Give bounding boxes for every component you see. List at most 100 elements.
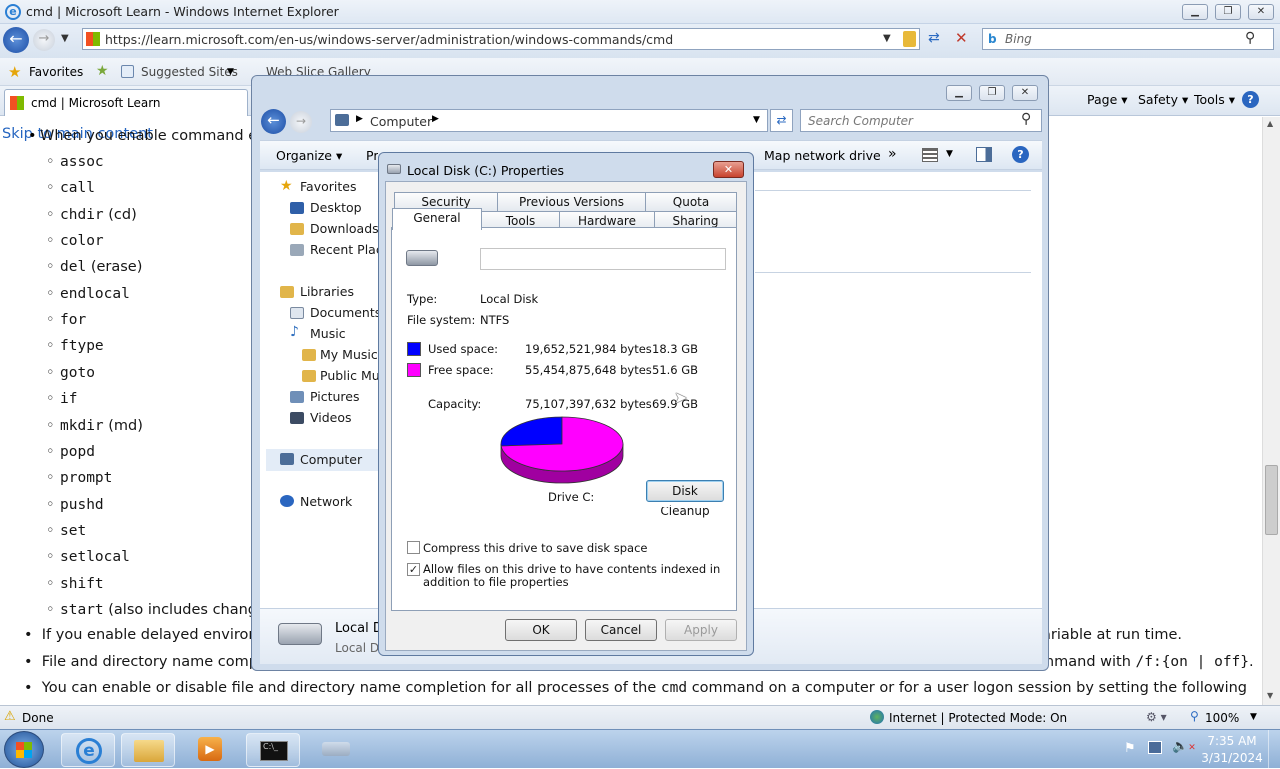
explorer-search-placeholder: Search Computer: [808, 114, 913, 128]
minimize-button[interactable]: ▁: [1182, 4, 1208, 20]
zoom-level[interactable]: 100%: [1205, 711, 1239, 725]
taskbar-ie-button[interactable]: e: [61, 733, 115, 767]
crumb-computer[interactable]: Computer: [370, 114, 432, 129]
explorer-forward-button[interactable]: →: [290, 111, 312, 133]
command-code: del: [60, 259, 87, 276]
search-icon[interactable]: ⚲: [1245, 30, 1255, 46]
nav-my-music[interactable]: My Music: [320, 347, 378, 362]
show-desktop-button[interactable]: [1268, 730, 1280, 769]
scroll-thumb[interactable]: [1265, 465, 1278, 535]
list-bullet: ◦: [46, 549, 55, 566]
clock-date[interactable]: 3/31/2024: [1200, 751, 1264, 765]
explorer-search-box[interactable]: Search Computer ⚲: [800, 109, 1042, 132]
action-center-flag-icon[interactable]: ⚑: [1124, 741, 1136, 756]
page-scrollbar[interactable]: ▲ ▼: [1262, 117, 1280, 705]
refresh-icon[interactable]: ⇄: [928, 30, 940, 46]
explorer-help-icon[interactable]: ?: [1012, 146, 1029, 163]
zone-text: Internet | Protected Mode: On: [889, 711, 1068, 725]
history-dropdown-icon[interactable]: ▼: [61, 33, 69, 44]
taskbar-media-button[interactable]: ▶: [183, 734, 237, 766]
preview-pane-icon[interactable]: [976, 147, 992, 162]
clock-time[interactable]: 7:35 AM: [1207, 734, 1257, 748]
explorer-maximize-button[interactable]: ❐: [979, 85, 1005, 101]
computer-crumb-icon: [335, 114, 349, 126]
explorer-back-button[interactable]: ←: [261, 109, 286, 134]
address-bar[interactable]: https://learn.microsoft.com/en-us/window…: [82, 28, 920, 50]
command-name: start (also includes chang: [60, 602, 257, 618]
forward-button[interactable]: →: [33, 29, 55, 51]
address-dropdown-icon[interactable]: ▼: [883, 33, 891, 44]
protected-mode-icon[interactable]: ⚙ ▾: [1146, 710, 1167, 724]
apply-button[interactable]: Apply: [665, 619, 737, 641]
maximize-button[interactable]: ❐: [1215, 4, 1241, 20]
nav-pictures[interactable]: Pictures: [310, 389, 360, 404]
nav-public-music[interactable]: Public Mus: [320, 368, 386, 383]
nav-documents[interactable]: Documents: [310, 305, 381, 320]
nav-desktop[interactable]: Desktop: [310, 200, 362, 215]
scroll-up-icon[interactable]: ▲: [1267, 119, 1273, 128]
disk-cleanup-button[interactable]: Disk Cleanup: [646, 480, 724, 518]
explorer-minimize-button[interactable]: ▁: [946, 85, 972, 101]
scroll-down-icon[interactable]: ▼: [1267, 691, 1273, 700]
more-commands-button[interactable]: »: [888, 146, 897, 162]
page-menu[interactable]: Page ▾: [1087, 92, 1128, 107]
help-icon[interactable]: ?: [1242, 91, 1259, 108]
tools-menu[interactable]: Tools ▾: [1194, 92, 1235, 107]
add-favorite-icon[interactable]: ★: [96, 63, 109, 79]
taskbar-cmd-button[interactable]: C:\_: [246, 733, 300, 767]
organize-button[interactable]: Organize ▾: [276, 148, 342, 163]
browser-tab[interactable]: cmd | Microsoft Learn: [4, 89, 248, 116]
taskbar-drive-button[interactable]: [308, 734, 362, 766]
tab-quota[interactable]: Quota: [645, 192, 737, 211]
nav-music[interactable]: Music: [310, 326, 346, 341]
cancel-button[interactable]: Cancel: [585, 619, 657, 641]
dialog-close-button[interactable]: ✕: [713, 161, 744, 178]
computer-icon: [280, 453, 294, 465]
ie-taskbar-icon: e: [76, 738, 102, 764]
volume-muted-icon[interactable]: 🔈✕: [1172, 739, 1196, 754]
tab-general[interactable]: General: [392, 208, 482, 230]
explorer-close-button[interactable]: ✕: [1012, 85, 1038, 101]
view-options-icon[interactable]: [922, 148, 938, 162]
back-button[interactable]: ←: [3, 27, 29, 53]
command-name: shift: [60, 576, 104, 592]
bullet-delayed-text: If you enable delayed environ: [41, 627, 258, 643]
zoom-dropdown-icon[interactable]: ▼: [1250, 712, 1257, 722]
taskbar-explorer-button[interactable]: [121, 733, 175, 767]
details-name: Local D: [335, 621, 383, 636]
explorer-address-bar[interactable]: ▶ Computer ▶ ▼: [330, 109, 768, 132]
command-name: set: [60, 523, 86, 539]
list-bullet: ◦: [46, 233, 55, 250]
volume-label-input[interactable]: [480, 248, 726, 270]
search-box[interactable]: b Bing ⚲: [982, 28, 1274, 50]
properties-button[interactable]: Properties: [366, 148, 378, 163]
start-button[interactable]: [4, 731, 44, 768]
nav-downloads[interactable]: Downloads: [310, 221, 379, 236]
view-dropdown-icon[interactable]: ▼: [946, 149, 953, 159]
tab-previous-versions[interactable]: Previous Versions: [497, 192, 646, 211]
suggested-dropdown-icon[interactable]: ▼: [227, 67, 234, 77]
explorer-address-dropdown-icon[interactable]: ▼: [753, 115, 760, 125]
mouse-cursor-icon: ➤: [674, 388, 688, 407]
lock-icon[interactable]: [903, 31, 916, 47]
nav-libraries[interactable]: Libraries: [300, 284, 354, 299]
suggested-sites-link[interactable]: Suggested Sites: [141, 65, 238, 79]
nav-network[interactable]: Network: [300, 494, 352, 509]
map-network-drive-button[interactable]: Map network drive: [764, 148, 881, 163]
nav-videos[interactable]: Videos: [310, 410, 352, 425]
nav-computer[interactable]: Computer: [300, 452, 362, 467]
close-button[interactable]: ✕: [1248, 4, 1274, 20]
index-checkbox[interactable]: ✓: [407, 563, 420, 576]
favorites-button[interactable]: Favorites: [29, 65, 83, 79]
dialog-drive-icon: [387, 164, 401, 174]
ok-button[interactable]: OK: [505, 619, 577, 641]
explorer-refresh-icon[interactable]: ⇄: [770, 109, 793, 132]
explorer-search-icon[interactable]: ⚲: [1021, 111, 1031, 127]
safety-menu[interactable]: Safety ▾: [1138, 92, 1188, 107]
compress-checkbox[interactable]: [407, 541, 420, 554]
drive-large-icon: [278, 623, 322, 645]
group-separator: [755, 190, 1031, 191]
stop-icon[interactable]: ✕: [955, 29, 968, 47]
nav-favorites[interactable]: Favorites: [300, 179, 356, 194]
network-tray-icon[interactable]: [1148, 741, 1162, 754]
